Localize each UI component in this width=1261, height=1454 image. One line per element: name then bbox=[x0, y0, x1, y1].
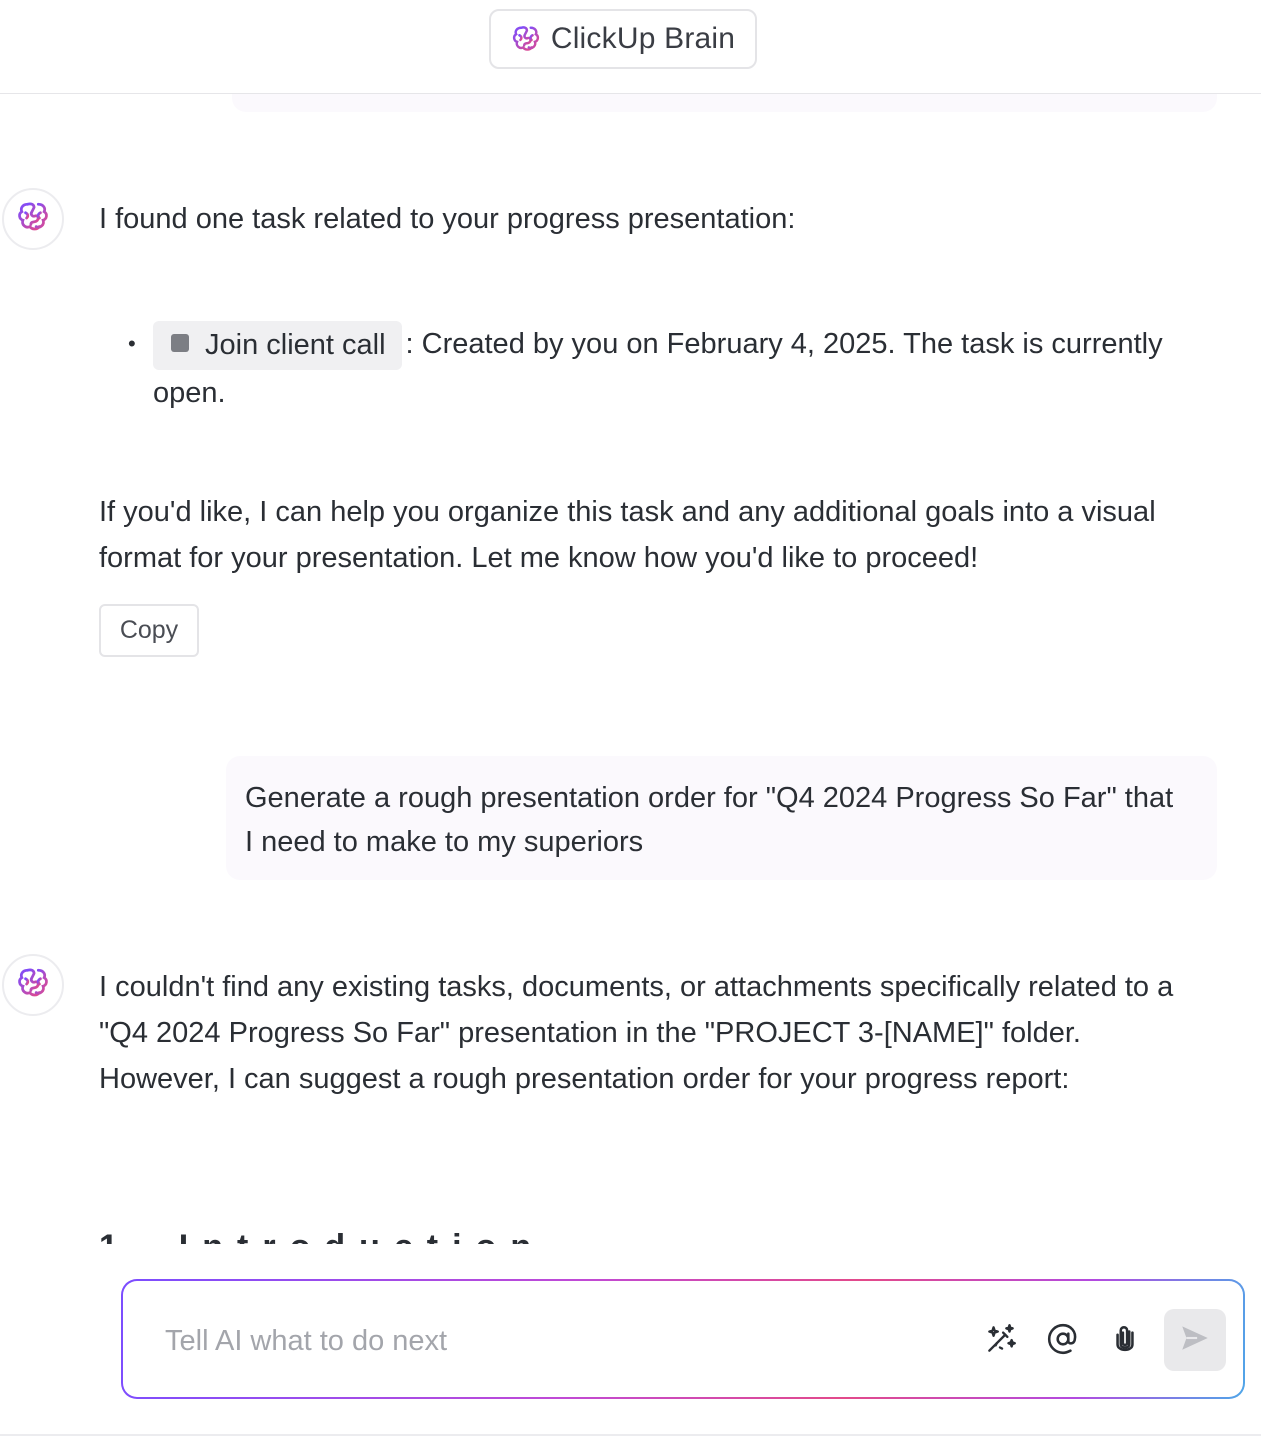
send-button[interactable] bbox=[1164, 1309, 1226, 1371]
task-status-icon bbox=[171, 334, 189, 353]
bullet: • bbox=[128, 331, 136, 356]
app-title: ClickUp Brain bbox=[550, 22, 736, 55]
task-chip[interactable]: Join client call bbox=[153, 321, 402, 370]
previous-user-bubble bbox=[232, 94, 1217, 112]
section-heading: 1. Introduction bbox=[99, 1228, 545, 1244]
task-chip-label: Join client call bbox=[205, 329, 386, 361]
prompt-input[interactable] bbox=[163, 1315, 927, 1367]
mention-icon[interactable] bbox=[1045, 1321, 1081, 1357]
brain-icon bbox=[511, 24, 541, 54]
user-message-bubble: Generate a rough presentation order for … bbox=[226, 756, 1217, 880]
composer bbox=[121, 1279, 1245, 1399]
send-icon bbox=[1178, 1321, 1212, 1360]
task-list-item-body: Join client call: Created by you on Febr… bbox=[153, 321, 1163, 416]
magic-wand-icon[interactable] bbox=[983, 1321, 1019, 1357]
chat-thread[interactable]: I found one task related to your progres… bbox=[0, 94, 1261, 1244]
attach-icon[interactable] bbox=[1107, 1321, 1143, 1357]
header: ClickUp Brain bbox=[0, 0, 1261, 94]
ai-message-response: I couldn't find any existing tasks, docu… bbox=[99, 971, 1174, 1095]
copy-button[interactable]: Copy bbox=[99, 604, 199, 657]
footer-divider bbox=[0, 1434, 1261, 1436]
ai-message-followup: If you'd like, I can help you organize t… bbox=[99, 496, 1156, 574]
composer-inner bbox=[123, 1281, 1243, 1397]
brain-icon bbox=[16, 200, 50, 239]
ai-message-intro: I found one task related to your progres… bbox=[99, 203, 796, 235]
user-message-text: Generate a rough presentation order for … bbox=[245, 782, 1174, 858]
clickup-brain-chat: ClickUp Brain I found one task related t… bbox=[0, 0, 1261, 1454]
ai-avatar bbox=[2, 188, 64, 250]
brain-icon bbox=[16, 966, 50, 1005]
brand-pill[interactable]: ClickUp Brain bbox=[489, 9, 757, 69]
ai-avatar bbox=[2, 954, 64, 1016]
